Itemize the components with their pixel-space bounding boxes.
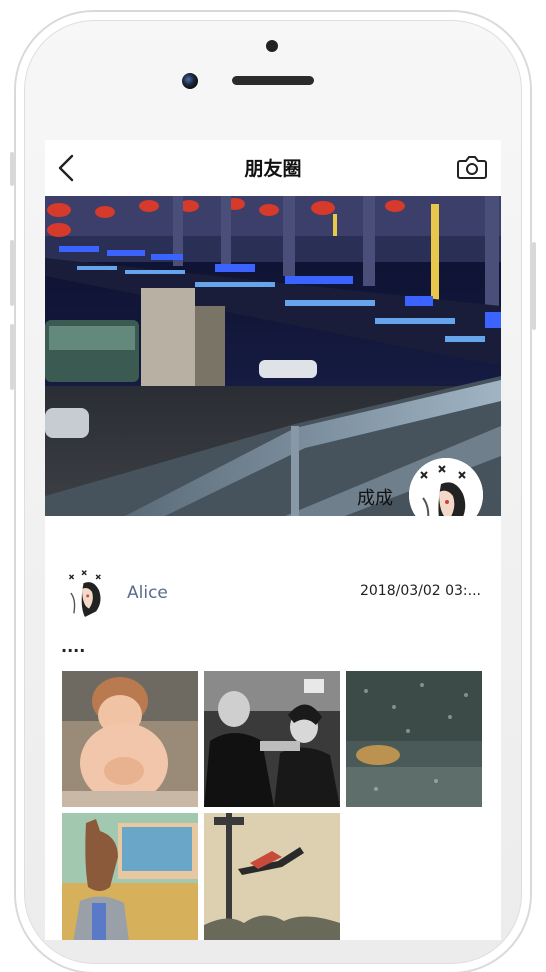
cover-username: 成成 <box>357 488 393 509</box>
volume-up-button <box>10 240 14 306</box>
photo-streetlamp-flight <box>204 813 340 940</box>
proximity-sensor <box>266 40 278 52</box>
screen: 成成 朋友圈 Alice 2018/03/02 03:... .... <box>45 140 501 940</box>
camera-button[interactable] <box>457 154 487 180</box>
front-camera <box>182 73 198 89</box>
navigation-bar: 朋友圈 <box>45 140 501 196</box>
post-avatar[interactable] <box>61 565 113 617</box>
photo-thumbnail[interactable] <box>346 671 482 807</box>
post-username[interactable]: Alice <box>127 583 168 603</box>
photo-couple <box>204 671 340 807</box>
photo-thumbnail[interactable] <box>62 813 198 940</box>
cover-photo[interactable]: 成成 <box>45 196 501 516</box>
photo-baby <box>62 671 198 807</box>
post-timestamp: 2018/03/02 03:... <box>359 583 481 599</box>
camera-icon <box>457 156 487 179</box>
post-text: .... <box>61 637 86 656</box>
photo-thumbnail[interactable] <box>62 671 198 807</box>
power-button <box>532 242 536 330</box>
photo-rainy-window <box>346 671 482 807</box>
mute-switch <box>10 152 14 186</box>
photo-thumbnail[interactable] <box>204 813 340 940</box>
page-title: 朋友圈 <box>244 158 302 180</box>
volume-down-button <box>10 324 14 390</box>
photo-cartoon-horse <box>62 813 198 940</box>
photo-thumbnail[interactable] <box>204 671 340 807</box>
earpiece-speaker <box>232 76 314 85</box>
avatar-illustration <box>61 565 113 617</box>
